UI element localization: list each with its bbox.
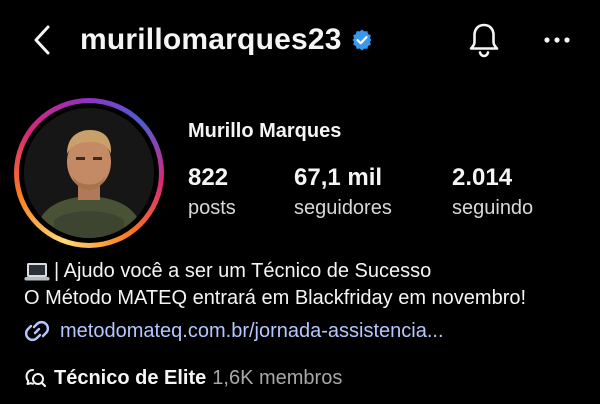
profile-header: murillomarques23 <box>0 0 600 80</box>
bio-line-2: O Método MATEQ entrará em Blackfriday em… <box>24 287 527 309</box>
ellipsis-icon <box>544 37 570 43</box>
display-name: Murillo Marques <box>188 120 342 142</box>
community-members: 1,6K membros <box>212 366 343 389</box>
verified-badge-icon <box>352 29 372 51</box>
profile-username: murillomarques23 <box>80 23 342 56</box>
stat-label: seguidores <box>294 197 392 219</box>
stat-posts[interactable]: 822 posts <box>188 164 236 222</box>
story-ring[interactable] <box>14 98 164 248</box>
username-wrap[interactable]: murillomarques23 <box>80 20 374 60</box>
stat-following[interactable]: 2.014 seguindo <box>452 164 533 222</box>
avatar <box>24 108 154 238</box>
avatar-gap <box>19 103 159 243</box>
bell-icon <box>469 23 499 58</box>
laptop-icon <box>24 262 50 280</box>
community-item[interactable]: Técnico de Elite 1,6K membros <box>24 366 342 390</box>
back-button[interactable] <box>30 22 56 58</box>
external-link[interactable]: metodomateq.com.br/jornada-assistencia..… <box>24 318 444 344</box>
link-text: metodomateq.com.br/jornada-assistencia..… <box>60 319 444 342</box>
avatar-photo-icon <box>24 108 154 238</box>
stat-value: 2.014 <box>452 164 513 191</box>
stat-value: 822 <box>188 164 229 191</box>
bio-text-1: | Ajudo você a ser um Técnico de Sucesso <box>54 260 432 282</box>
chevron-left-icon <box>34 25 50 55</box>
link-icon <box>24 320 50 342</box>
stat-value: 67,1 mil <box>294 164 383 191</box>
stat-label: posts <box>188 197 236 219</box>
bio-line-1: | Ajudo você a ser um Técnico de Sucesso <box>24 258 526 285</box>
community-name: Técnico de Elite <box>54 366 207 389</box>
notifications-button[interactable] <box>466 20 502 60</box>
community-search-icon <box>25 369 47 388</box>
stat-label: seguindo <box>452 197 534 219</box>
stat-followers[interactable]: 67,1 mil seguidores <box>294 164 392 222</box>
bio: | Ajudo você a ser um Técnico de Sucesso… <box>24 258 526 312</box>
more-options-button[interactable] <box>540 28 574 52</box>
